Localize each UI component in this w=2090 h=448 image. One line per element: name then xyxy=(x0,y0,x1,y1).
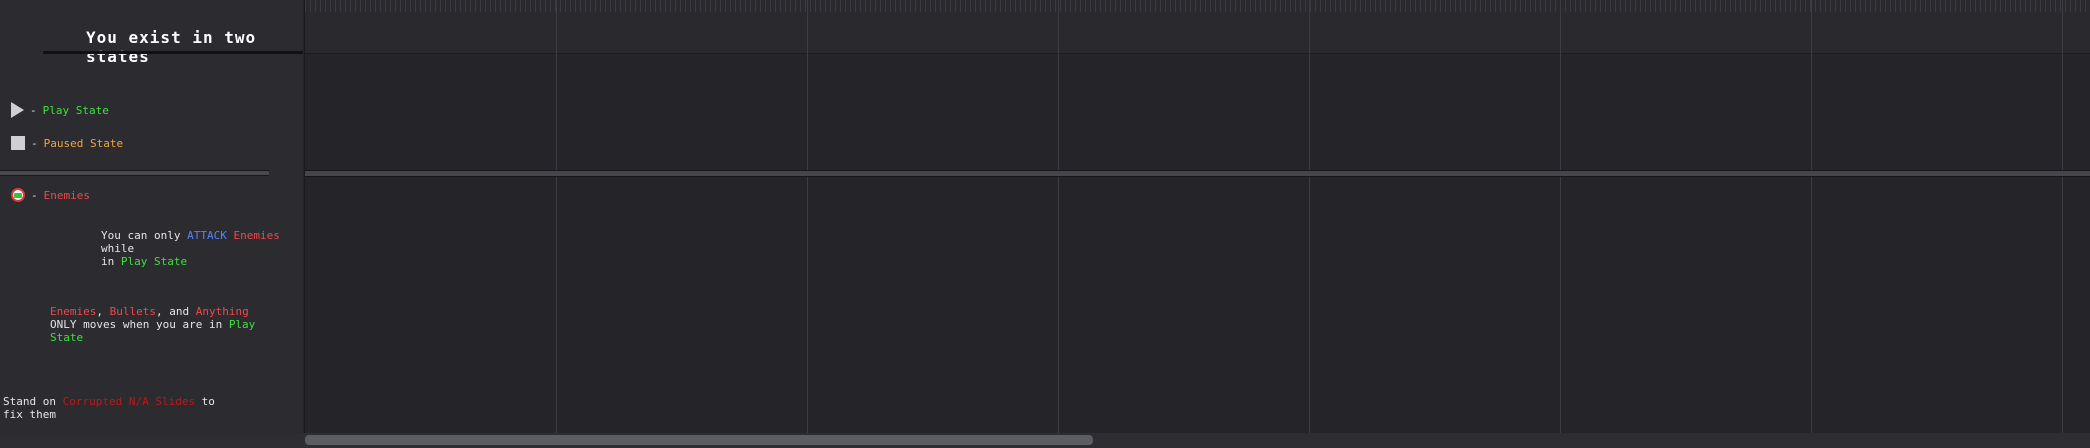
legend-dash: - xyxy=(30,103,37,117)
timeline-ruler[interactable] xyxy=(305,0,2090,54)
play-icon xyxy=(11,102,24,118)
tip-text: , xyxy=(96,305,110,318)
legend-dash: - xyxy=(31,136,38,150)
tutorial-panel: You exist in two states - Play State - P… xyxy=(0,0,303,448)
attack-tip: You can only ATTACK Enemies while in Play… xyxy=(101,229,303,268)
level-grid[interactable] xyxy=(304,0,2090,433)
enemies-keyword: Enemies xyxy=(50,305,97,318)
grid-line xyxy=(2062,0,2063,433)
grid-line xyxy=(1811,0,1812,433)
enemy-icon xyxy=(11,188,25,202)
grid-line xyxy=(556,0,557,433)
corrupted-keyword: Corrupted N/A Slides xyxy=(62,395,196,408)
grid-line xyxy=(807,0,808,433)
movement-tip: Enemies, Bullets, and Anything ONLY moves… xyxy=(50,305,255,344)
horizontal-scrollbar-thumb[interactable] xyxy=(305,435,1093,445)
paused-state-legend: - Paused State xyxy=(11,136,123,150)
enemies-label: Enemies xyxy=(43,188,90,202)
enemies-legend: - Enemies xyxy=(11,188,90,202)
anything-keyword: Anything xyxy=(195,305,249,318)
play-state-legend: - Play State xyxy=(11,102,109,118)
play-state-keyword: Play State xyxy=(120,255,188,268)
tip-text: in xyxy=(101,255,121,268)
track-divider xyxy=(305,170,2090,177)
stop-square-icon xyxy=(11,136,25,150)
tip-text: fix them xyxy=(3,408,56,421)
play-keyword: Play xyxy=(228,318,256,331)
tip-text: to xyxy=(195,395,215,408)
tip-text: , and xyxy=(155,305,196,318)
tip-text: Stand on xyxy=(3,395,63,408)
enemies-keyword: Enemies xyxy=(233,229,280,242)
corrupted-tip: Stand on Corrupted N/A Slides to fix them xyxy=(3,395,215,421)
play-state-label: Play State xyxy=(42,103,109,117)
state-keyword: State xyxy=(50,331,84,344)
grid-line xyxy=(1309,0,1310,433)
tip-text: ONLY moves when you are in xyxy=(50,318,229,331)
attack-keyword: ATTACK xyxy=(187,229,227,242)
grid-line xyxy=(1058,0,1059,433)
bullets-keyword: Bullets xyxy=(109,305,156,318)
grid-line xyxy=(1560,0,1561,433)
tip-text: You can only xyxy=(101,229,188,242)
paused-state-label: Paused State xyxy=(43,136,124,150)
tutorial-title: You exist in two states xyxy=(86,28,257,66)
panel-divider xyxy=(0,170,269,176)
legend-dash: - xyxy=(31,188,38,202)
title-underline xyxy=(43,51,303,54)
